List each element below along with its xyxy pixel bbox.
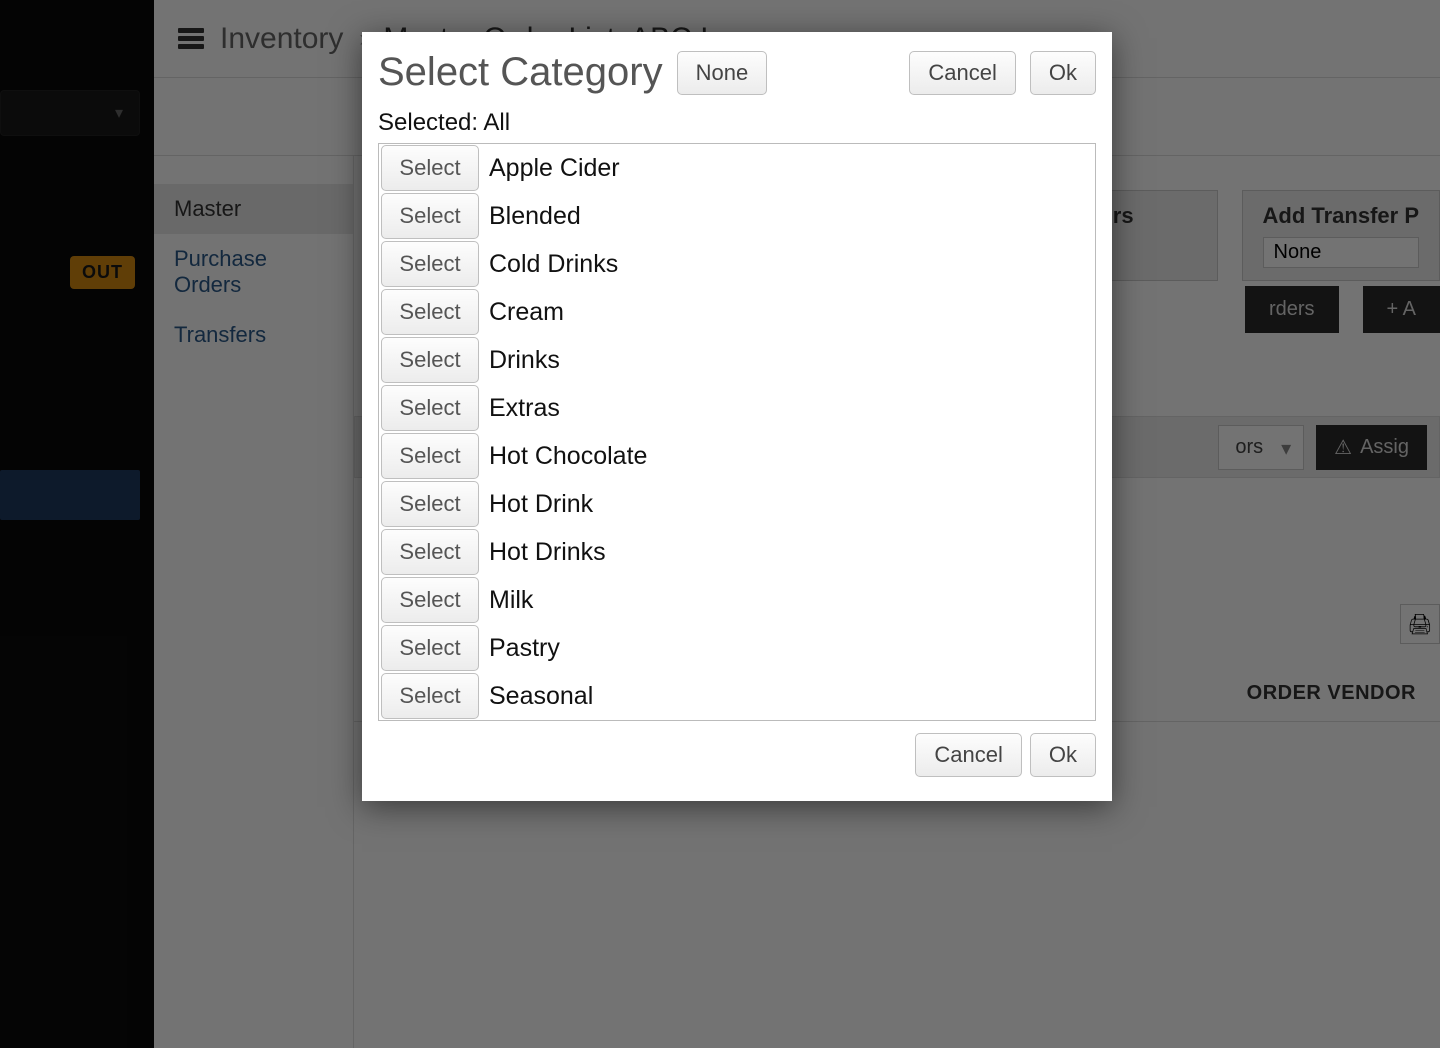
category-name: Hot Drinks xyxy=(489,538,606,567)
category-row: Select Apple Cider xyxy=(379,144,1095,192)
category-name: Cream xyxy=(489,298,564,327)
category-name: Hot Chocolate xyxy=(489,442,647,471)
select-category-modal: Select Category None Cancel Ok Selected:… xyxy=(362,32,1112,801)
category-row: Select Blended xyxy=(379,192,1095,240)
category-name: Pastry xyxy=(489,634,560,663)
cancel-button-bottom[interactable]: Cancel xyxy=(915,733,1021,777)
none-button[interactable]: None xyxy=(677,51,768,95)
ok-button-top[interactable]: Ok xyxy=(1030,51,1096,95)
select-button[interactable]: Select xyxy=(381,577,479,623)
category-name: Blended xyxy=(489,202,581,231)
modal-footer: Cancel Ok xyxy=(378,733,1096,777)
ok-button-bottom[interactable]: Ok xyxy=(1030,733,1096,777)
category-row: Select Milk xyxy=(379,576,1095,624)
select-button[interactable]: Select xyxy=(381,481,479,527)
category-name: Drinks xyxy=(489,346,560,375)
select-button[interactable]: Select xyxy=(381,433,479,479)
select-button[interactable]: Select xyxy=(381,337,479,383)
modal-header: Select Category None Cancel Ok xyxy=(378,50,1096,95)
selected-value: All xyxy=(483,109,510,136)
category-row: Select Hot Chocolate xyxy=(379,432,1095,480)
select-button[interactable]: Select xyxy=(381,241,479,287)
select-button[interactable]: Select xyxy=(381,673,479,719)
category-name: Hot Drink xyxy=(489,490,593,519)
category-name: Milk xyxy=(489,586,533,615)
select-button[interactable]: Select xyxy=(381,625,479,671)
category-row: Select Pastry xyxy=(379,624,1095,672)
select-button[interactable]: Select xyxy=(381,145,479,191)
select-button[interactable]: Select xyxy=(381,529,479,575)
category-name: Cold Drinks xyxy=(489,250,618,279)
select-button[interactable]: Select xyxy=(381,289,479,335)
category-list: Select Apple Cider Select Blended Select Cold… xyxy=(378,143,1096,721)
category-row: Select Extras xyxy=(379,384,1095,432)
cancel-button-top[interactable]: Cancel xyxy=(909,51,1015,95)
category-row: Select Cream xyxy=(379,288,1095,336)
select-button[interactable]: Select xyxy=(381,385,479,431)
category-name: Seasonal xyxy=(489,682,593,711)
category-name: Apple Cider xyxy=(489,154,620,183)
category-row: Select Seasonal xyxy=(379,672,1095,720)
category-row: Select Hot Drinks xyxy=(379,528,1095,576)
category-name: Extras xyxy=(489,394,560,423)
category-row: Select Drinks xyxy=(379,336,1095,384)
selected-summary: Selected: All xyxy=(378,109,1096,137)
select-button[interactable]: Select xyxy=(381,193,479,239)
modal-title: Select Category xyxy=(378,50,663,95)
category-row: Select Hot Drink xyxy=(379,480,1095,528)
category-row: Select Cold Drinks xyxy=(379,240,1095,288)
